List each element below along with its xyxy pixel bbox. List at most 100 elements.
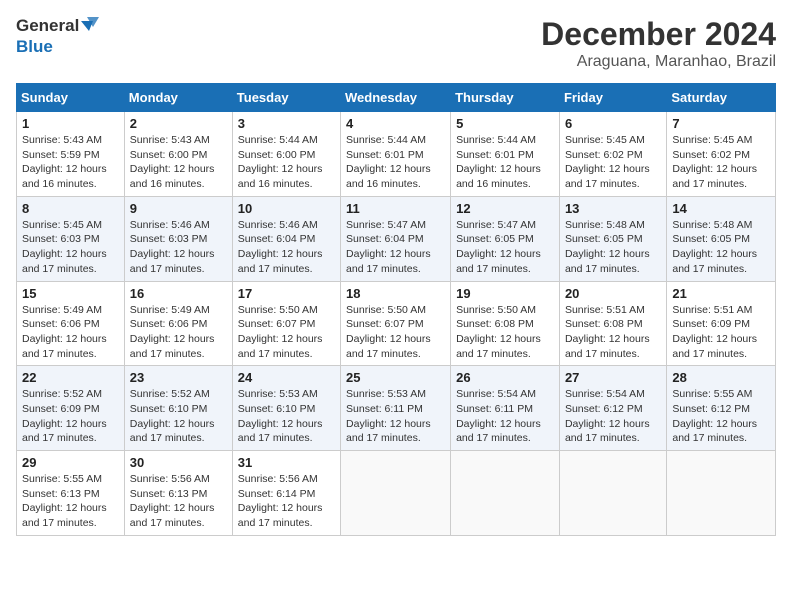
calendar-cell xyxy=(559,451,666,536)
calendar-cell: 26Sunrise: 5:54 AMSunset: 6:11 PMDayligh… xyxy=(451,366,560,451)
day-number: 8 xyxy=(22,201,119,216)
month-year: December 2024 xyxy=(541,16,776,53)
col-wednesday: Wednesday xyxy=(341,84,451,112)
calendar-cell: 24Sunrise: 5:53 AMSunset: 6:10 PMDayligh… xyxy=(232,366,340,451)
calendar-cell: 13 Sunrise: 5:48 AMSunset: 6:05 PMDayligh… xyxy=(559,196,666,281)
week-row-5: 29 Sunrise: 5:55 AMSunset: 6:13 PMDayligh… xyxy=(17,451,776,536)
calendar-cell: 3 Sunrise: 5:44 AMSunset: 6:00 PMDaylight… xyxy=(232,112,340,197)
calendar-cell: 30 Sunrise: 5:56 AMSunset: 6:13 PMDayligh… xyxy=(124,451,232,536)
title-block: December 2024 Araguana, Maranhao, Brazil xyxy=(541,16,776,71)
calendar-cell: 15Sunrise: 5:49 AMSunset: 6:06 PMDayligh… xyxy=(17,281,125,366)
day-info: Sunrise: 5:50 AMSunset: 6:07 PMDaylight:… xyxy=(346,303,445,362)
calendar-cell xyxy=(667,451,776,536)
col-tuesday: Tuesday xyxy=(232,84,340,112)
day-number: 4 xyxy=(346,116,445,131)
day-info: Sunrise: 5:50 AMSunset: 6:07 PMDaylight:… xyxy=(238,303,335,362)
calendar-cell: 14 Sunrise: 5:48 AMSunset: 6:05 PMDayligh… xyxy=(667,196,776,281)
calendar-cell: 6Sunrise: 5:45 AMSunset: 6:02 PMDaylight… xyxy=(559,112,666,197)
day-info: Sunrise: 5:44 AMSunset: 6:00 PMDaylight:… xyxy=(238,133,335,192)
day-number: 23 xyxy=(130,370,227,385)
day-info: Sunrise: 5:54 AMSunset: 6:12 PMDaylight:… xyxy=(565,387,661,446)
day-number: 14 xyxy=(672,201,770,216)
calendar-cell xyxy=(451,451,560,536)
day-number: 21 xyxy=(672,286,770,301)
col-saturday: Saturday xyxy=(667,84,776,112)
day-info: Sunrise: 5:44 AMSunset: 6:01 PMDaylight:… xyxy=(346,133,445,192)
calendar-cell: 21 Sunrise: 5:51 AMSunset: 6:09 PMDayligh… xyxy=(667,281,776,366)
day-number: 27 xyxy=(565,370,661,385)
calendar-table: Sunday Monday Tuesday Wednesday Thursday… xyxy=(16,83,776,536)
calendar-cell: 2 Sunrise: 5:43 AMSunset: 6:00 PMDaylight… xyxy=(124,112,232,197)
day-info: Sunrise: 5:48 AMSunset: 6:05 PMDaylight:… xyxy=(565,218,661,277)
day-info: Sunrise: 5:50 AMSunset: 6:08 PMDaylight:… xyxy=(456,303,554,362)
col-friday: Friday xyxy=(559,84,666,112)
location: Araguana, Maranhao, Brazil xyxy=(541,53,776,71)
day-info: Sunrise: 5:53 AMSunset: 6:11 PMDaylight:… xyxy=(346,387,445,446)
day-info: Sunrise: 5:52 AMSunset: 6:10 PMDaylight:… xyxy=(130,387,227,446)
day-number: 9 xyxy=(130,201,227,216)
day-number: 10 xyxy=(238,201,335,216)
day-number: 20 xyxy=(565,286,661,301)
calendar-cell: 9 Sunrise: 5:46 AMSunset: 6:03 PMDaylight… xyxy=(124,196,232,281)
day-number: 5 xyxy=(456,116,554,131)
day-info: Sunrise: 5:48 AMSunset: 6:05 PMDaylight:… xyxy=(672,218,770,277)
calendar-cell: 1 Sunrise: 5:43 AMSunset: 5:59 PMDaylight… xyxy=(17,112,125,197)
calendar-cell: 18Sunrise: 5:50 AMSunset: 6:07 PMDayligh… xyxy=(341,281,451,366)
calendar-cell: 27 Sunrise: 5:54 AMSunset: 6:12 PMDayligh… xyxy=(559,366,666,451)
calendar-cell: 29 Sunrise: 5:55 AMSunset: 6:13 PMDayligh… xyxy=(17,451,125,536)
day-info: Sunrise: 5:44 AMSunset: 6:01 PMDaylight:… xyxy=(456,133,554,192)
day-info: Sunrise: 5:46 AMSunset: 6:04 PMDaylight:… xyxy=(238,218,335,277)
day-number: 25 xyxy=(346,370,445,385)
calendar-cell: 7Sunrise: 5:45 AMSunset: 6:02 PMDaylight… xyxy=(667,112,776,197)
calendar-cell xyxy=(341,451,451,536)
day-info: Sunrise: 5:51 AMSunset: 6:08 PMDaylight:… xyxy=(565,303,661,362)
logo-bird-icon xyxy=(81,17,103,37)
day-number: 1 xyxy=(22,116,119,131)
calendar-cell: 12 Sunrise: 5:47 AMSunset: 6:05 PMDayligh… xyxy=(451,196,560,281)
day-number: 26 xyxy=(456,370,554,385)
day-number: 7 xyxy=(672,116,770,131)
day-info: Sunrise: 5:56 AMSunset: 6:13 PMDaylight:… xyxy=(130,472,227,531)
day-info: Sunrise: 5:52 AMSunset: 6:09 PMDaylight:… xyxy=(22,387,119,446)
calendar-cell: 22 Sunrise: 5:52 AMSunset: 6:09 PMDayligh… xyxy=(17,366,125,451)
calendar-cell: 8 Sunrise: 5:45 AMSunset: 6:03 PMDaylight… xyxy=(17,196,125,281)
calendar-header-row: Sunday Monday Tuesday Wednesday Thursday… xyxy=(17,84,776,112)
calendar-cell: 23 Sunrise: 5:52 AMSunset: 6:10 PMDayligh… xyxy=(124,366,232,451)
day-number: 3 xyxy=(238,116,335,131)
day-info: Sunrise: 5:56 AMSunset: 6:14 PMDaylight:… xyxy=(238,472,335,531)
calendar-cell: 11 Sunrise: 5:47 AMSunset: 6:04 PMDayligh… xyxy=(341,196,451,281)
day-info: Sunrise: 5:51 AMSunset: 6:09 PMDaylight:… xyxy=(672,303,770,362)
day-number: 24 xyxy=(238,370,335,385)
day-info: Sunrise: 5:49 AMSunset: 6:06 PMDaylight:… xyxy=(22,303,119,362)
day-number: 11 xyxy=(346,201,445,216)
day-number: 31 xyxy=(238,455,335,470)
logo-text: General Blue xyxy=(16,16,103,56)
day-number: 30 xyxy=(130,455,227,470)
col-thursday: Thursday xyxy=(451,84,560,112)
calendar-cell: 31 Sunrise: 5:56 AMSunset: 6:14 PMDayligh… xyxy=(232,451,340,536)
day-number: 29 xyxy=(22,455,119,470)
day-info: Sunrise: 5:43 AMSunset: 5:59 PMDaylight:… xyxy=(22,133,119,192)
day-info: Sunrise: 5:55 AMSunset: 6:12 PMDaylight:… xyxy=(672,387,770,446)
day-info: Sunrise: 5:43 AMSunset: 6:00 PMDaylight:… xyxy=(130,133,227,192)
day-info: Sunrise: 5:47 AMSunset: 6:04 PMDaylight:… xyxy=(346,218,445,277)
day-number: 17 xyxy=(238,286,335,301)
day-number: 22 xyxy=(22,370,119,385)
day-number: 2 xyxy=(130,116,227,131)
day-info: Sunrise: 5:46 AMSunset: 6:03 PMDaylight:… xyxy=(130,218,227,277)
day-number: 12 xyxy=(456,201,554,216)
day-info: Sunrise: 5:47 AMSunset: 6:05 PMDaylight:… xyxy=(456,218,554,277)
day-info: Sunrise: 5:45 AMSunset: 6:03 PMDaylight:… xyxy=(22,218,119,277)
calendar-cell: 4 Sunrise: 5:44 AMSunset: 6:01 PMDaylight… xyxy=(341,112,451,197)
page-header: General Blue December 2024 Araguana, Mar… xyxy=(16,16,776,71)
day-info: Sunrise: 5:49 AMSunset: 6:06 PMDaylight:… xyxy=(130,303,227,362)
day-number: 13 xyxy=(565,201,661,216)
calendar-cell: 28Sunrise: 5:55 AMSunset: 6:12 PMDayligh… xyxy=(667,366,776,451)
day-info: Sunrise: 5:55 AMSunset: 6:13 PMDaylight:… xyxy=(22,472,119,531)
col-monday: Monday xyxy=(124,84,232,112)
logo: General Blue xyxy=(16,16,103,56)
calendar-cell: 20 Sunrise: 5:51 AMSunset: 6:08 PMDayligh… xyxy=(559,281,666,366)
calendar-cell: 25 Sunrise: 5:53 AMSunset: 6:11 PMDayligh… xyxy=(341,366,451,451)
day-number: 19 xyxy=(456,286,554,301)
calendar-cell: 16Sunrise: 5:49 AMSunset: 6:06 PMDayligh… xyxy=(124,281,232,366)
